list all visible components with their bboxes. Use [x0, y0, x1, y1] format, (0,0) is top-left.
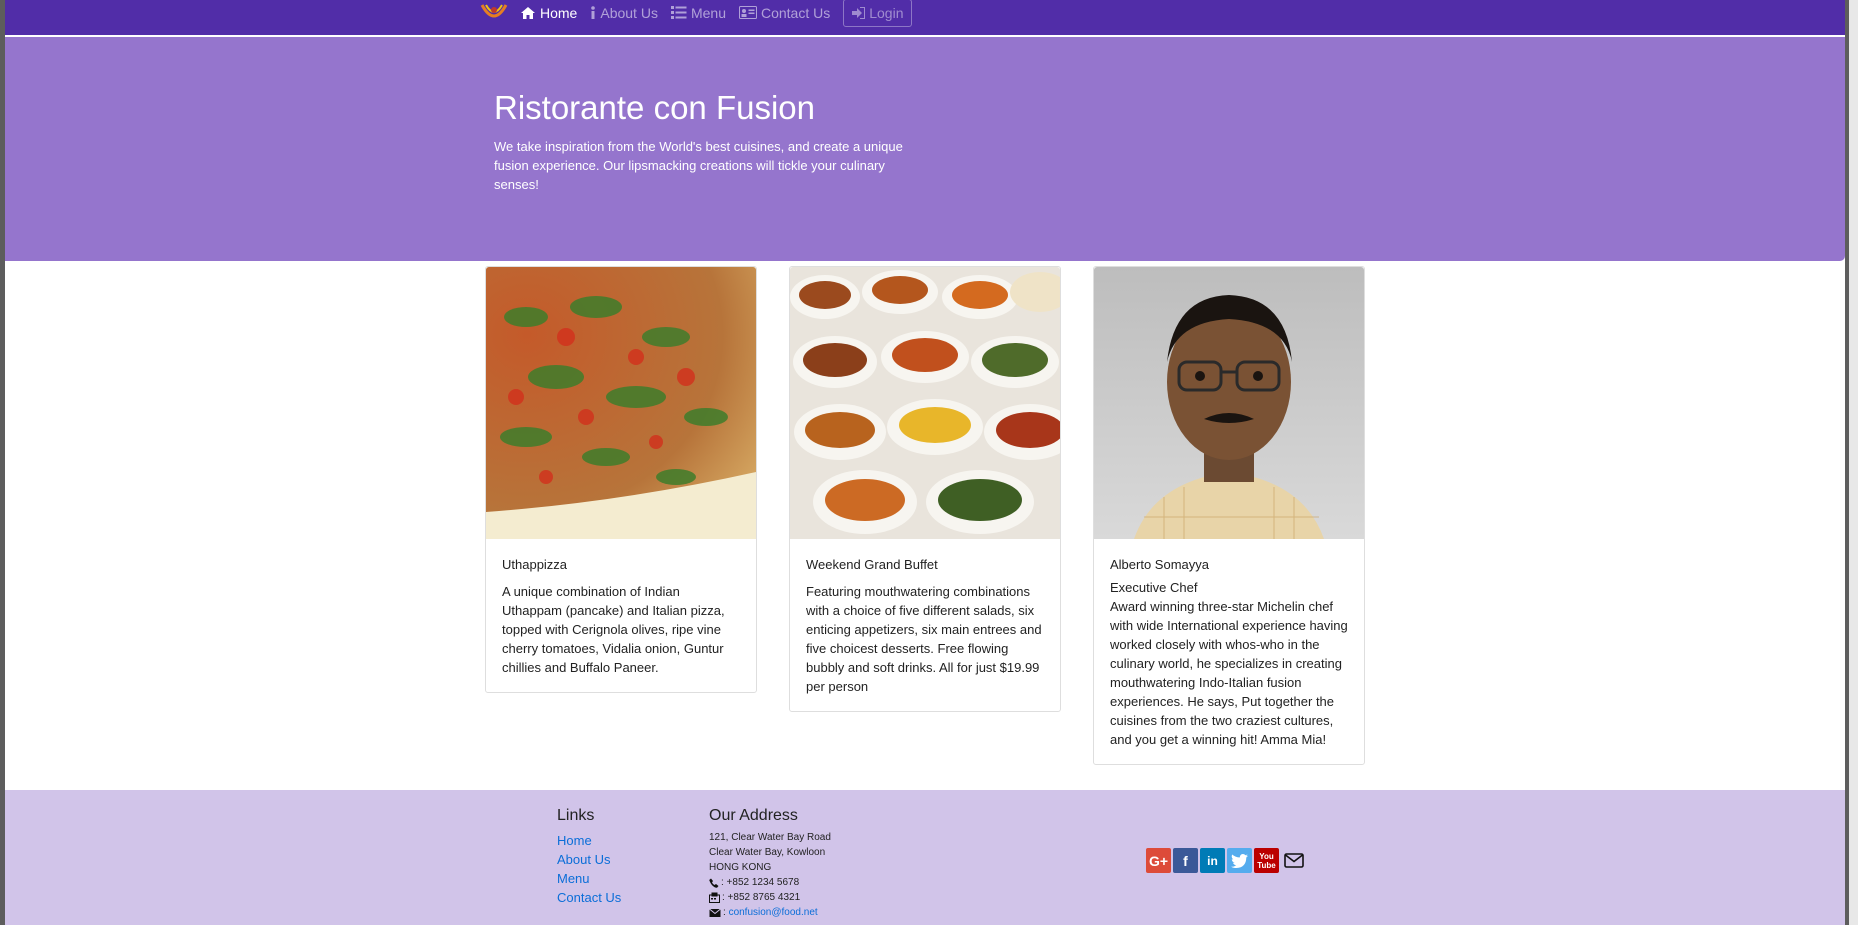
nav-menu[interactable]: Menu: [670, 4, 726, 21]
email-link[interactable]: confusion@food.net: [729, 905, 818, 920]
login-label: Login: [869, 4, 904, 21]
links-heading: Links: [557, 807, 595, 824]
footer-links: Links Home About Us Menu Contact Us: [557, 807, 621, 907]
address-line: 121, Clear Water Bay Road: [709, 832, 831, 843]
nav-home-label: Home: [540, 4, 578, 21]
linkedin-icon[interactable]: in: [1200, 848, 1225, 873]
footer-address: Our Address 121, Clear Water Bay Road Cl…: [709, 807, 831, 920]
navbar: Home About Us Menu Contact Us Login: [5, 0, 1845, 35]
promotion-description: Featuring mouthwatering combinations wit…: [806, 584, 1042, 694]
nav-contact[interactable]: Contact Us: [738, 4, 831, 21]
footer-link-menu[interactable]: Menu: [557, 869, 621, 888]
restaurant-title: Ristorante con Fusion: [494, 89, 815, 126]
leader-card: Alberto Somayya Executive Chef Award win…: [1093, 266, 1365, 765]
fax-line: : +852 8765 4321: [709, 890, 831, 905]
promotion-card: Weekend Grand Buffet Featuring mouthwate…: [789, 266, 1061, 712]
list-icon: [670, 6, 687, 19]
footer-link-about[interactable]: About Us: [557, 850, 621, 869]
restaurant-description: We take inspiration from the World's bes…: [494, 139, 903, 192]
envelope-small-icon: [709, 908, 721, 917]
sign-in-icon: [852, 6, 866, 19]
home-icon: [521, 6, 535, 19]
chef-photo: [1094, 267, 1364, 539]
envelope-icon[interactable]: [1281, 848, 1306, 873]
footer-link-contact[interactable]: Contact Us: [557, 888, 621, 907]
phone-line: : +852 1234 5678: [709, 875, 831, 890]
twitter-icon[interactable]: [1227, 848, 1252, 873]
social-buttons: G+ f in You Tube: [1146, 848, 1306, 873]
leader-description: Award winning three-star Michelin chef w…: [1110, 599, 1348, 747]
brand-logo[interactable]: [480, 1, 508, 23]
nav-home[interactable]: Home: [520, 5, 577, 21]
nav-contact-label: Contact Us: [760, 4, 831, 21]
nav-about[interactable]: About Us: [590, 5, 658, 21]
leader-designation: Executive Chef: [1110, 580, 1198, 595]
fax-icon: [709, 892, 720, 903]
scrollbar[interactable]: [1849, 0, 1858, 925]
google-plus-icon[interactable]: G+: [1146, 848, 1171, 873]
footer: Links Home About Us Menu Contact Us Our …: [5, 790, 1845, 925]
page: Home About Us Menu Contact Us Login Rist…: [5, 0, 1845, 925]
address-heading: Our Address: [709, 807, 798, 824]
dish-card: Uthappizza A unique combination of India…: [485, 266, 757, 693]
address-line: HONG KONG: [709, 862, 772, 873]
youtube-icon[interactable]: You Tube: [1254, 848, 1279, 873]
footer-link-home[interactable]: Home: [557, 831, 621, 850]
email-line: : confusion@food.net: [709, 905, 831, 920]
buffet-image: [790, 267, 1060, 539]
address-card-icon: [738, 6, 757, 19]
info-icon: [591, 5, 596, 19]
fax-number: : +852 8765 4321: [722, 892, 801, 903]
leader-name: Alberto Somayya: [1110, 557, 1209, 572]
login-button[interactable]: Login: [843, 0, 912, 27]
address-line: Clear Water Bay, Kowloon: [709, 847, 826, 858]
phone-number: : +852 1234 5678: [721, 877, 800, 888]
uthappizza-image: [486, 267, 756, 539]
jumbotron: Ristorante con Fusion We take inspiratio…: [5, 37, 1845, 261]
nav-menu-label: Menu: [690, 4, 726, 21]
facebook-icon[interactable]: f: [1173, 848, 1198, 873]
dish-description: A unique combination of Indian Uthappam …: [502, 584, 725, 675]
promotion-title: Weekend Grand Buffet: [806, 557, 938, 572]
phone-icon: [709, 878, 719, 888]
dish-title: Uthappizza: [502, 557, 568, 572]
nav-about-label: About Us: [600, 4, 658, 21]
